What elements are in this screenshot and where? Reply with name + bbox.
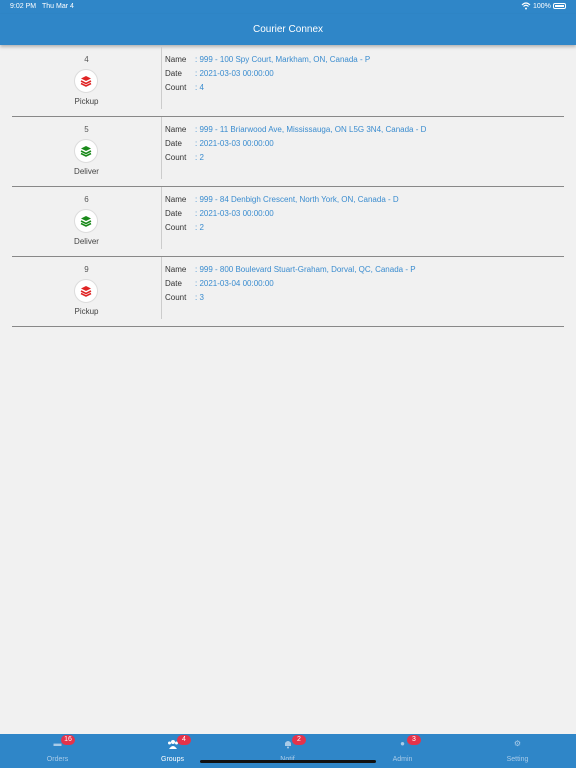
date-value: : 2021-03-04 00:00:00 bbox=[195, 279, 274, 288]
list-item[interactable]: 9 Pickup Name : 999 - 800 Boulevard Stuar… bbox=[12, 257, 564, 327]
home-indicator bbox=[200, 760, 376, 763]
count-value: : 2 bbox=[195, 153, 204, 162]
order-summary: 5 Deliver bbox=[12, 117, 162, 179]
name-label: Name bbox=[165, 55, 187, 64]
order-type: Pickup bbox=[74, 97, 99, 106]
date-value: : 2021-03-03 00:00:00 bbox=[195, 209, 274, 218]
wifi-icon bbox=[521, 1, 531, 13]
tab-orders[interactable]: ▬ 16 Orders bbox=[0, 734, 115, 768]
date-value: : 2021-03-03 00:00:00 bbox=[195, 139, 274, 148]
date-label: Date bbox=[165, 209, 182, 218]
date-value: : 2021-03-03 00:00:00 bbox=[195, 69, 274, 78]
name-label: Name bbox=[165, 195, 187, 204]
name-label: Name bbox=[165, 125, 187, 134]
date-label: Date bbox=[165, 279, 182, 288]
date-label: Date bbox=[165, 139, 182, 148]
groups-icon bbox=[115, 739, 230, 751]
gear-icon: ⚙ bbox=[513, 739, 522, 748]
order-details: Name : 999 - 11 Briarwood Ave, Mississaug… bbox=[165, 125, 426, 167]
order-summary: 4 Pickup bbox=[12, 47, 162, 109]
order-details: Name : 999 - 800 Boulevard Stuart-Graham,… bbox=[165, 265, 416, 307]
orders-badge: 16 bbox=[61, 735, 75, 745]
order-number: 5 bbox=[84, 125, 89, 134]
order-type: Deliver bbox=[74, 167, 99, 176]
count-value: : 3 bbox=[195, 293, 204, 302]
bell-icon bbox=[230, 739, 345, 751]
groups-badge: 4 bbox=[177, 735, 191, 745]
order-details: Name : 999 - 84 Denbigh Crescent, North Y… bbox=[165, 195, 399, 237]
name-value: : 999 - 11 Briarwood Ave, Mississauga, O… bbox=[195, 125, 427, 134]
battery-percent: 100% bbox=[533, 3, 551, 10]
battery-icon bbox=[553, 3, 566, 9]
order-summary: 6 Deliver bbox=[12, 187, 162, 249]
layers-icon bbox=[74, 139, 98, 163]
order-list: 4 Pickup Name : 999 - 100 Spy Court, Mark… bbox=[12, 47, 564, 327]
admin-icon: ● bbox=[400, 739, 405, 748]
orders-icon: ▬ bbox=[53, 739, 62, 748]
admin-badge: 3 bbox=[407, 735, 421, 745]
name-label: Name bbox=[165, 265, 187, 274]
layers-icon bbox=[74, 209, 98, 233]
order-details: Name : 999 - 100 Spy Court, Markham, ON, … bbox=[165, 55, 370, 97]
date-label: Date bbox=[165, 69, 182, 78]
page-title: Courier Connex bbox=[252, 24, 324, 35]
list-item[interactable]: 5 Deliver Name : 999 - 11 Briarwood Ave, … bbox=[12, 117, 564, 187]
nav-bar: Courier Connex bbox=[0, 14, 576, 45]
status-bar: 9:02 PM Thu Mar 4 100% bbox=[0, 0, 576, 14]
order-number: 4 bbox=[84, 55, 89, 64]
layers-icon bbox=[74, 279, 98, 303]
count-label: Count bbox=[165, 293, 187, 302]
count-label: Count bbox=[165, 153, 187, 162]
list-item[interactable]: 4 Pickup Name : 999 - 100 Spy Court, Mark… bbox=[12, 47, 564, 117]
tab-label: Setting bbox=[506, 756, 529, 763]
order-type: Pickup bbox=[74, 307, 99, 316]
notif-badge: 2 bbox=[292, 735, 306, 745]
count-value: : 4 bbox=[195, 83, 204, 92]
count-label: Count bbox=[165, 223, 187, 232]
count-value: : 2 bbox=[195, 223, 204, 232]
list-item[interactable]: 6 Deliver Name : 999 - 84 Denbigh Crescen… bbox=[12, 187, 564, 257]
status-time: 9:02 PM bbox=[10, 3, 37, 10]
order-type: Deliver bbox=[74, 237, 99, 246]
name-value: : 999 - 100 Spy Court, Markham, ON, Cana… bbox=[195, 55, 371, 64]
order-summary: 9 Pickup bbox=[12, 257, 162, 319]
tab-label: Orders bbox=[46, 756, 69, 763]
status-date: Thu Mar 4 bbox=[42, 3, 74, 10]
layers-icon bbox=[74, 69, 98, 93]
order-number: 9 bbox=[84, 265, 89, 274]
count-label: Count bbox=[165, 83, 187, 92]
order-number: 6 bbox=[84, 195, 89, 204]
name-value: : 999 - 800 Boulevard Stuart-Graham, Dor… bbox=[195, 265, 416, 274]
tab-setting[interactable]: ⚙ Setting bbox=[460, 734, 575, 768]
name-value: : 999 - 84 Denbigh Crescent, North York,… bbox=[195, 195, 399, 204]
